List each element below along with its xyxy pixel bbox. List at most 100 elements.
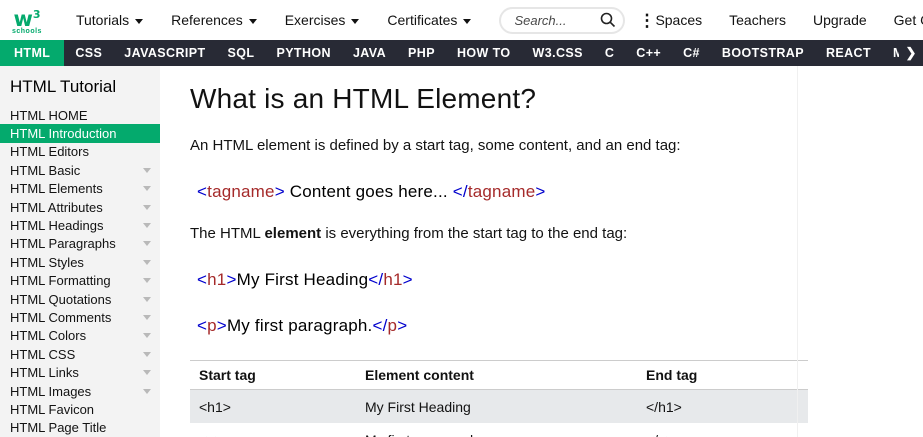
table-cell: <p> — [190, 423, 356, 437]
top-link-upgrade[interactable]: Upgrade — [813, 12, 867, 28]
table-header-start-tag: Start tag — [190, 360, 356, 391]
lang-tab-c[interactable]: C# — [672, 40, 711, 66]
code-example-p: <p>My first paragraph.</p> — [190, 315, 923, 336]
code-token-bracket: > — [535, 182, 546, 202]
table-header-row: Start tag Element content End tag — [190, 360, 808, 391]
language-tab-bar: HTML CSS JAVASCRIPT SQL PYTHON JAVA PHP HOW TO W… — [0, 40, 923, 66]
sidebar-item-label: HTML Colors — [10, 328, 87, 344]
code-token-name: h1 — [207, 269, 227, 289]
top-menu-label: Tutorials — [75, 12, 130, 28]
chevron-down-icon — [143, 296, 151, 302]
top-navigation-bar: w3 schools Tutorials References Exercises C… — [0, 0, 923, 40]
dropdown-caret-icon — [248, 18, 257, 24]
chevron-down-icon — [143, 223, 151, 229]
code-token-name: tagname — [207, 182, 275, 202]
sidebar-item-html-formatting[interactable]: HTML Formatting — [0, 272, 160, 290]
w3schools-logo-subtext: schools — [12, 27, 42, 35]
chevron-down-icon — [143, 388, 151, 394]
sidebar-item-list: HTML HOME HTML Introduction HTML Editors HT… — [0, 106, 160, 437]
sidebar-item-html-css[interactable]: HTML CSS — [0, 345, 160, 363]
top-link-get-certified[interactable]: Get Certified — [894, 12, 923, 28]
bold-term: element — [264, 224, 322, 242]
main-content: What is an HTML Element? An HTML element… — [160, 66, 923, 437]
sidebar-item-label: HTML Quotations — [10, 291, 112, 307]
table-cell: </h1> — [646, 398, 682, 415]
lang-tab-html[interactable]: HTML — [0, 40, 65, 66]
sidebar-item-label: HTML Paragraphs — [10, 236, 116, 252]
sidebar-item-html-images[interactable]: HTML Images — [0, 382, 160, 400]
code-token-text: My First Heading — [236, 269, 369, 289]
sidebar-item-html-home[interactable]: HTML HOME — [0, 106, 160, 124]
sidebar-item-html-paragraphs[interactable]: HTML Paragraphs — [0, 235, 160, 253]
code-token-bracket: > — [226, 269, 237, 289]
sidebar-item-html-basic[interactable]: HTML Basic — [0, 161, 160, 179]
sidebar-item-html-headings[interactable]: HTML Headings — [0, 216, 160, 234]
sidebar-item-label: HTML Introduction — [10, 126, 117, 142]
lang-tab-css[interactable]: CSS — [64, 40, 113, 66]
chevron-down-icon — [143, 370, 151, 376]
sidebar-item-html-comments[interactable]: HTML Comments — [0, 308, 160, 326]
kebab-menu-icon[interactable]: ⋮ — [638, 12, 655, 29]
search-icon[interactable] — [600, 12, 616, 28]
lang-tab-how-to[interactable]: HOW TO — [446, 40, 522, 66]
sidebar-item-html-colors[interactable]: HTML Colors — [0, 327, 160, 345]
sidebar-item-html-introduction[interactable]: HTML Introduction — [0, 124, 160, 143]
lang-tab-c[interactable]: C++ — [625, 40, 672, 66]
sidebar-item-html-editors[interactable]: HTML Editors — [0, 143, 160, 161]
code-token-name: p — [207, 316, 217, 335]
sidebar-item-html-favicon[interactable]: HTML Favicon — [0, 400, 160, 418]
top-menu-certificates[interactable]: Certificates — [373, 12, 485, 28]
code-token-bracket: < — [197, 316, 208, 335]
sidebar-item-label: HTML Comments — [10, 309, 112, 325]
lang-tab-javascript[interactable]: JAVASCRIPT — [113, 40, 216, 66]
top-link-teachers[interactable]: Teachers — [729, 12, 786, 28]
sidebar-item-label: HTML Editors — [10, 144, 89, 160]
sidebar-item-html-styles[interactable]: HTML Styles — [0, 253, 160, 271]
sidebar-item-html-elements[interactable]: HTML Elements — [0, 180, 160, 198]
code-token-name: h1 — [383, 269, 403, 289]
chevron-down-icon — [143, 204, 151, 210]
sidebar-item-html-page-title[interactable]: HTML Page Title — [0, 419, 160, 437]
code-token-bracket: > — [216, 316, 227, 335]
chevron-down-icon — [143, 278, 151, 284]
code-token-bracket: < — [197, 269, 208, 289]
chevron-down-icon — [143, 259, 151, 265]
sidebar-item-html-quotations[interactable]: HTML Quotations — [0, 290, 160, 308]
lang-tab-w3-css[interactable]: W3.CSS — [522, 40, 594, 66]
top-menu-references[interactable]: References — [157, 12, 271, 28]
paragraph-text: The HTML — [190, 224, 265, 242]
w3schools-logo[interactable]: w3 schools — [12, 6, 42, 35]
code-token-name: tagname — [467, 182, 536, 202]
code-token-text: My first paragraph. — [226, 316, 373, 335]
scroll-right-icon[interactable]: ❯ — [899, 40, 923, 66]
lang-tab-java[interactable]: JAVA — [342, 40, 397, 66]
sidebar-item-label: HTML Images — [10, 383, 92, 399]
lang-tab-bootstrap[interactable]: BOOTSTRAP — [711, 40, 815, 66]
dropdown-caret-icon — [351, 18, 360, 24]
lang-tab-c[interactable]: C — [594, 40, 625, 66]
table-cell: </p> — [637, 423, 808, 437]
lang-tab-php[interactable]: PHP — [397, 40, 446, 66]
code-token-bracket: > — [274, 182, 285, 202]
top-menu-tutorials[interactable]: Tutorials — [62, 12, 157, 28]
table-header-row: Start tag Element content End tag — [190, 360, 808, 391]
lang-tab-python[interactable]: PYTHON — [265, 40, 342, 66]
table-body: <h1> My First Heading </h1> <p>My first par… — [190, 389, 808, 437]
w3schools-logo-mark: w3 — [13, 6, 41, 31]
table-row: <p>My first paragraph.</p> — [190, 423, 808, 437]
lang-tab-sql[interactable]: SQL — [217, 40, 266, 66]
table-cell: My First Heading — [365, 398, 471, 415]
table-header-end-tag: End tag — [637, 360, 808, 391]
top-menu-exercises[interactable]: Exercises — [271, 12, 374, 28]
sidebar-item-html-links[interactable]: HTML Links — [0, 363, 160, 381]
dropdown-caret-icon — [135, 18, 144, 24]
sidebar-item-html-attributes[interactable]: HTML Attributes — [0, 198, 160, 216]
lang-tab-react[interactable]: REACT — [815, 40, 882, 66]
sidebar-item-label: HTML HOME — [10, 107, 88, 123]
page-body: HTML Tutorial HTML HOME HTML Introduction… — [0, 66, 923, 437]
sidebar-item-label: HTML Elements — [10, 181, 103, 197]
top-link-spaces[interactable]: Spaces — [655, 12, 702, 28]
tag-reference-table: Start tag Element content End tag <h1> My F… — [190, 360, 808, 437]
chevron-down-icon — [143, 186, 151, 192]
sidebar-item-label: HTML Links — [10, 365, 79, 381]
